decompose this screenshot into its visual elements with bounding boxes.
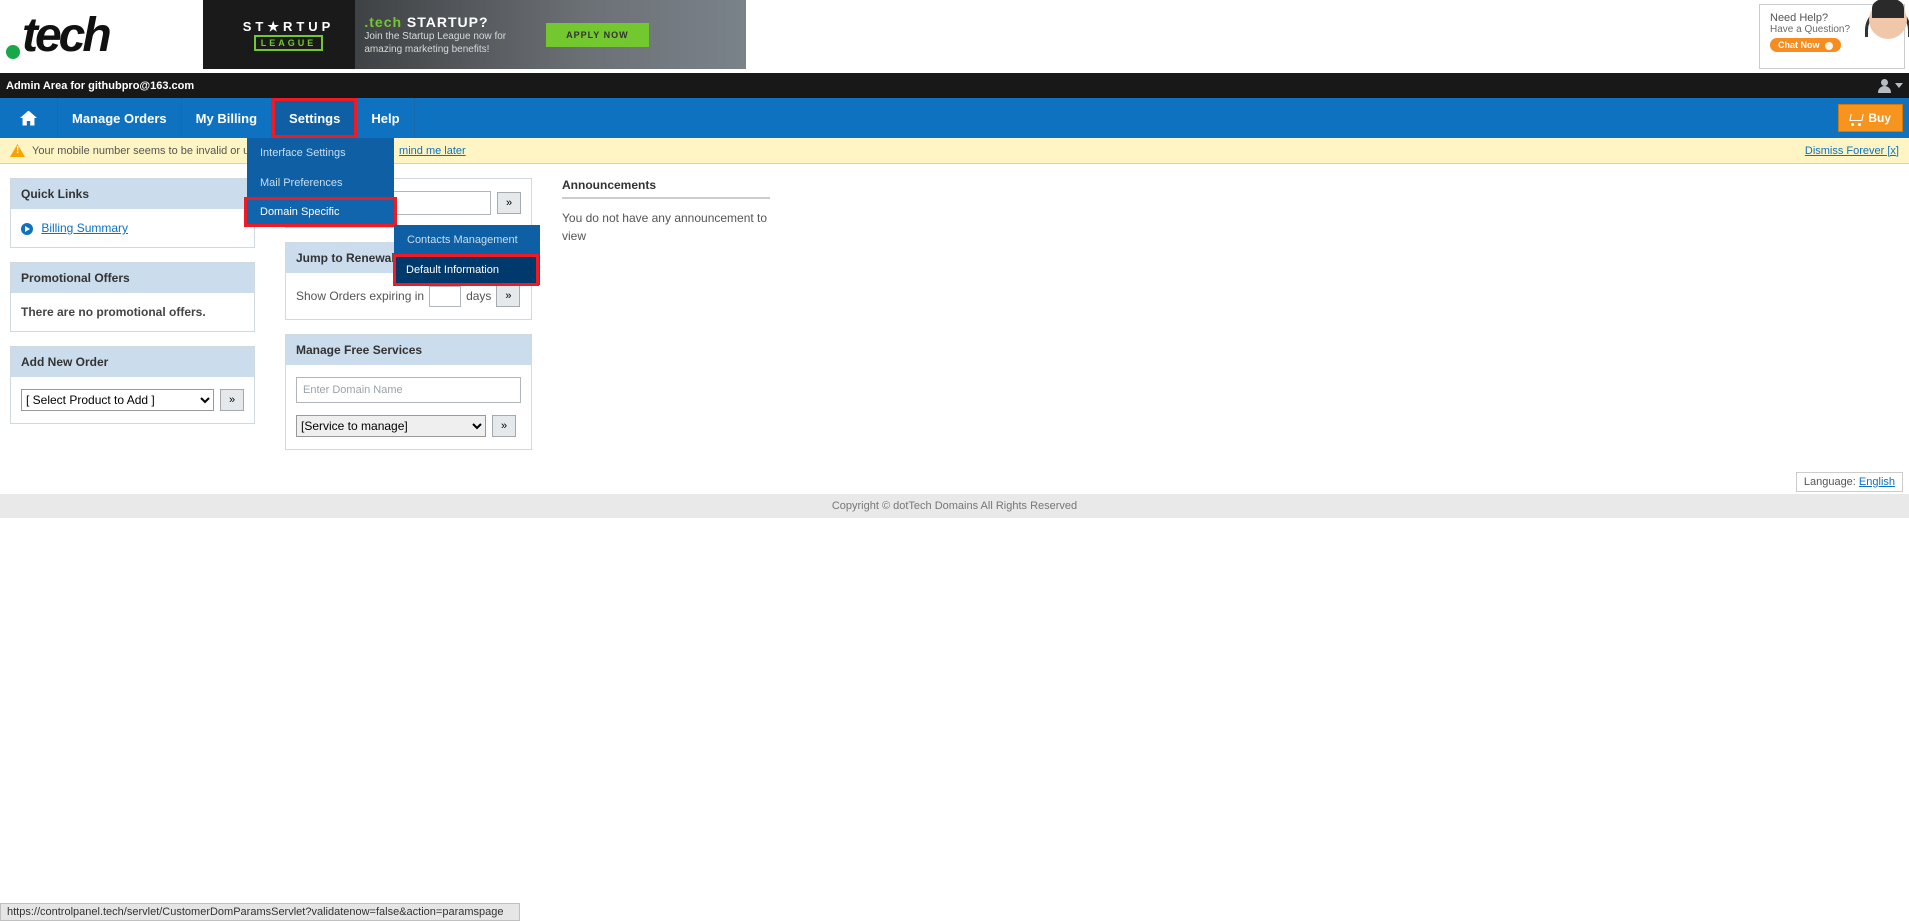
logo-text: tech — [22, 8, 109, 63]
promo-title: .tech STARTUP? — [364, 14, 506, 30]
submenu-default-information[interactable]: Default Information — [393, 254, 539, 286]
cart-icon — [1848, 112, 1863, 124]
startup-league-bottom: LEAGUE — [254, 35, 324, 51]
apply-now-button[interactable]: APPLY NOW — [546, 23, 649, 47]
language-selector[interactable]: Language: English — [1796, 472, 1903, 492]
announcements-title: Announcements — [562, 178, 770, 199]
browser-status-bar: https://controlpanel.tech/servlet/Custom… — [0, 903, 520, 921]
remind-later-link[interactable]: mind me later — [399, 145, 466, 157]
product-select[interactable]: [ Select Product to Add ] — [21, 389, 214, 411]
add-new-order-title: Add New Order — [11, 347, 254, 377]
nav-settings[interactable]: Settings — [272, 98, 357, 138]
support-avatar-icon — [1869, 1, 1909, 71]
chat-now-button[interactable]: Chat Now — [1770, 38, 1841, 52]
domain-specific-submenu: Contacts Management Default Information — [394, 225, 540, 285]
user-icon — [1878, 79, 1892, 93]
promo-subtitle: Join the Startup League now for amazing … — [364, 30, 506, 56]
home-icon — [20, 111, 37, 126]
settings-dropdown: Interface Settings Mail Preferences Doma… — [247, 138, 394, 226]
free-services-go-button[interactable]: » — [492, 415, 516, 437]
header-top: tech ST★RTUP LEAGUE .tech STARTUP? Join … — [0, 0, 1909, 73]
footer-language: Language: English — [0, 470, 1909, 494]
announcements-panel: Announcements You do not have any announ… — [562, 178, 770, 245]
logo-dot-icon — [6, 45, 20, 59]
dropdown-mail-preferences[interactable]: Mail Preferences — [247, 168, 394, 198]
free-services-domain-input[interactable] — [296, 377, 521, 403]
user-menu[interactable] — [1878, 79, 1903, 93]
renewal-prefix: Show Orders expiring in — [296, 289, 424, 303]
renewal-go-button[interactable]: » — [496, 285, 520, 307]
admin-area-label: Admin Area for githubpro@163.com — [6, 80, 194, 92]
footer-copyright: Copyright © dotTech Domains All Rights R… — [0, 494, 1909, 518]
buy-label: Buy — [1868, 111, 1891, 125]
billing-summary-link[interactable]: Billing Summary — [41, 221, 128, 235]
promotional-offers-panel: Promotional Offers There are no promotio… — [10, 262, 255, 332]
announcements-body: You do not have any announcement to view — [562, 209, 770, 245]
add-new-order-panel: Add New Order [ Select Product to Add ] … — [10, 346, 255, 424]
buy-button[interactable]: Buy — [1838, 104, 1903, 132]
promo-banner[interactable]: ST★RTUP LEAGUE .tech STARTUP? Join the S… — [203, 0, 746, 69]
nav-help[interactable]: Help — [357, 98, 414, 138]
startup-league-logo: ST★RTUP LEAGUE — [243, 19, 335, 51]
quick-links-panel: Quick Links Billing Summary — [10, 178, 255, 248]
nav-my-billing[interactable]: My Billing — [182, 98, 272, 138]
dropdown-interface-settings[interactable]: Interface Settings — [247, 138, 394, 168]
logo[interactable]: tech — [6, 0, 109, 63]
startup-league-top: ST★RTUP — [243, 19, 335, 35]
service-to-manage-select[interactable]: [Service to manage] — [296, 415, 486, 437]
renewal-suffix: days — [466, 289, 491, 303]
warning-text: Your mobile number seems to be invalid o… — [32, 145, 259, 157]
promotional-offers-title: Promotional Offers — [11, 263, 254, 293]
submenu-contacts-management[interactable]: Contacts Management — [394, 225, 540, 255]
promo-text: .tech STARTUP? Join the Startup League n… — [364, 14, 506, 56]
nav-manage-orders[interactable]: Manage Orders — [58, 98, 182, 138]
language-value[interactable]: English — [1859, 476, 1895, 488]
admin-bar: Admin Area for githubpro@163.com — [0, 73, 1909, 98]
need-help-line1: Need Help? — [1770, 12, 1850, 24]
jump-order-go-button[interactable]: » — [497, 192, 521, 214]
need-help-line2: Have a Question? — [1770, 24, 1850, 35]
free-services-title: Manage Free Services — [286, 335, 531, 365]
dismiss-forever-link[interactable]: Dismiss Forever [x] — [1805, 145, 1899, 157]
renewal-days-input[interactable] — [429, 286, 461, 307]
caret-down-icon — [1895, 83, 1903, 88]
need-help-widget[interactable]: Need Help? Have a Question? Chat Now — [1759, 4, 1905, 69]
warning-icon — [10, 144, 25, 157]
promotional-offers-body: There are no promotional offers. — [11, 293, 254, 331]
manage-free-services-panel: Manage Free Services [Service to manage]… — [285, 334, 532, 450]
arrow-bullet-icon — [21, 223, 33, 235]
main-nav: Manage Orders My Billing Settings Help B… — [0, 98, 1909, 138]
dropdown-domain-specific[interactable]: Domain Specific — [244, 197, 397, 227]
column-1: Quick Links Billing Summary Promotional … — [10, 178, 255, 424]
add-order-go-button[interactable]: » — [220, 389, 244, 411]
nav-home[interactable] — [0, 98, 58, 138]
need-help-text: Need Help? Have a Question? Chat Now — [1770, 12, 1850, 64]
quick-links-title: Quick Links — [11, 179, 254, 209]
